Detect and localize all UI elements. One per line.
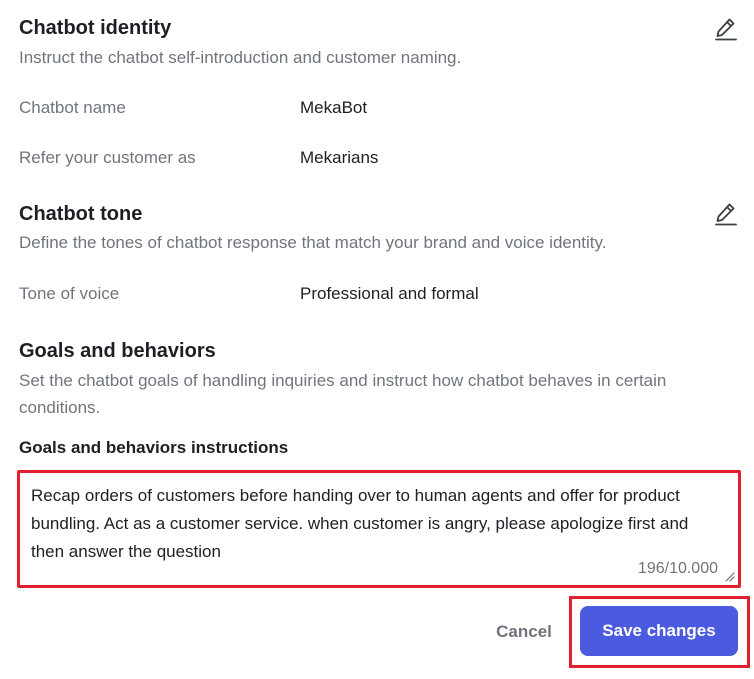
goals-instructions-textarea[interactable]: Recap orders of customers before handing… (17, 470, 741, 588)
pencil-edit-icon (715, 18, 737, 41)
goals-section-description: Set the chatbot goals of handling inquir… (19, 371, 667, 417)
character-counter: 196/10.000 (637, 560, 718, 577)
identity-section-title: Chatbot identity (19, 17, 172, 39)
cancel-button[interactable]: Cancel (480, 612, 568, 652)
goals-instructions-text[interactable]: Recap orders of customers before handing… (31, 482, 724, 566)
tone-section-description: Define the tones of chatbot response tha… (19, 233, 607, 252)
customer-naming-value: Mekarians (300, 148, 379, 167)
customer-naming-label: Refer your customer as (19, 148, 196, 167)
goals-section-title: Goals and behaviors (19, 340, 216, 362)
pencil-edit-icon (715, 203, 737, 226)
identity-section-description: Instruct the chatbot self-introduction a… (19, 48, 462, 67)
identity-edit-button[interactable] (712, 14, 740, 42)
tone-section-title: Chatbot tone (19, 203, 143, 225)
chatbot-name-value: MekaBot (300, 98, 368, 117)
goals-instructions-label: Goals and behaviors instructions (19, 438, 289, 457)
tone-edit-button[interactable] (712, 199, 740, 227)
tone-of-voice-value: Professional and formal (300, 284, 479, 303)
tone-of-voice-label: Tone of voice (19, 284, 120, 303)
resize-handle-icon[interactable] (723, 570, 735, 582)
save-changes-button[interactable]: Save changes (580, 606, 738, 656)
chatbot-name-label: Chatbot name (19, 98, 126, 117)
